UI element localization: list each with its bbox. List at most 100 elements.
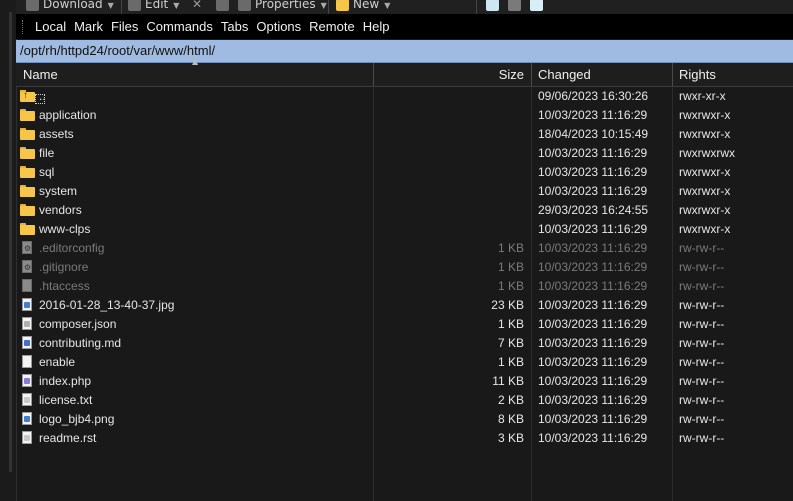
file-size: 1 KB: [497, 279, 524, 293]
file-name: composer.json: [39, 317, 117, 331]
file-row[interactable]: sql 10/03/2023 11:16:29 rwxrwxr-x: [16, 163, 793, 182]
toolbar-icon-button[interactable]: [530, 0, 547, 13]
properties-icon: [238, 0, 251, 11]
menubar-grip[interactable]: [22, 19, 25, 34]
file-size: 2 KB: [497, 393, 524, 407]
file-row[interactable]: ⚙ .editorconfig 1 KB 10/03/2023 11:16:29 rw-…: [16, 239, 793, 258]
toolbar: Download ▼ Edit ▼ ✕ Properties ▼ New ▼: [16, 0, 793, 14]
json-file-icon: [20, 317, 34, 331]
php-file-icon: [20, 374, 34, 388]
file-changed: 10/03/2023 11:16:29: [538, 336, 648, 350]
file-changed: 10/03/2023 11:16:29: [538, 393, 648, 407]
file-name: logo_bjb4.png: [39, 412, 115, 426]
file-size: 7 KB: [497, 336, 524, 350]
file-row[interactable]: index.php 11 KB 10/03/2023 11:16:29 rw-rw-r…: [16, 372, 793, 391]
rename-icon: [216, 0, 229, 11]
menubar: Local Mark Files Commands Tabs Options R…: [16, 14, 793, 39]
file-size: 1 KB: [497, 317, 524, 331]
file-row[interactable]: license.txt 2 KB 10/03/2023 11:16:29 rw-rw-…: [16, 391, 793, 410]
properties-button[interactable]: Properties ▼: [238, 0, 327, 13]
left-panel-edge: [0, 0, 17, 501]
file-changed: 10/03/2023 11:16:29: [538, 165, 648, 179]
file-row[interactable]: ↑.. 09/06/2023 16:30:26 rwxr-xr-x: [16, 87, 793, 106]
file-rights: rwxrwxr-x: [679, 127, 731, 141]
menu-files[interactable]: Files: [107, 19, 142, 34]
column-divider[interactable]: [531, 63, 532, 86]
file-icon: [20, 279, 34, 293]
file-rights: rw-rw-r--: [679, 374, 725, 388]
file-name: .htaccess: [39, 279, 90, 293]
file-row[interactable]: readme.rst 3 KB 10/03/2023 11:16:29 rw-rw-r…: [16, 429, 793, 448]
rename-button[interactable]: [216, 0, 233, 13]
left-panel-scrollbar[interactable]: [9, 12, 12, 472]
edit-icon: [128, 0, 141, 11]
file-row[interactable]: www-clps 10/03/2023 11:16:29 rwxrwxr-x: [16, 220, 793, 239]
delete-button[interactable]: ✕: [192, 0, 202, 13]
chevron-down-icon[interactable]: ▼: [321, 1, 327, 10]
file-rights: rwxrwxr-x: [679, 222, 731, 236]
menu-tabs[interactable]: Tabs: [217, 19, 252, 34]
config-file-icon: ⚙: [20, 260, 34, 274]
file-rights: rwxrwxr-x: [679, 108, 731, 122]
file-row[interactable]: contributing.md 7 KB 10/03/2023 11:16:29 rw…: [16, 334, 793, 353]
chevron-down-icon[interactable]: ▼: [384, 1, 390, 10]
file-row[interactable]: logo_bjb4.png 8 KB 10/03/2023 11:16:29 rw-r…: [16, 410, 793, 429]
file-changed: 10/03/2023 11:16:29: [538, 412, 648, 426]
new-folder-icon: [336, 0, 349, 11]
file-row[interactable]: vendors 29/03/2023 16:24:55 rwxrwxr-x: [16, 201, 793, 220]
file-rights: rw-rw-r--: [679, 241, 725, 255]
file-changed: 10/03/2023 11:16:29: [538, 241, 648, 255]
edit-button[interactable]: Edit ▼: [128, 0, 179, 13]
column-divider[interactable]: [672, 63, 673, 86]
column-header-name[interactable]: Name: [23, 63, 58, 86]
chevron-down-icon[interactable]: ▼: [108, 1, 114, 10]
toolbar-icon-button[interactable]: [508, 0, 525, 13]
text-file-icon: [20, 393, 34, 407]
file-name: license.txt: [39, 393, 93, 407]
file-row[interactable]: application 10/03/2023 11:16:29 rwxrwxr-x: [16, 106, 793, 125]
column-header-size[interactable]: Size: [374, 63, 526, 86]
chevron-down-icon[interactable]: ▼: [173, 1, 179, 10]
file-name: enable: [39, 355, 76, 369]
column-header-rights[interactable]: Rights: [679, 63, 716, 86]
menu-help[interactable]: Help: [359, 19, 394, 34]
file-changed: 10/03/2023 11:16:29: [538, 317, 648, 331]
file-name: vendors: [39, 203, 82, 217]
file-row[interactable]: composer.json 1 KB 10/03/2023 11:16:29 rw-r…: [16, 315, 793, 334]
menu-local[interactable]: Local: [31, 19, 70, 34]
file-name: file: [39, 146, 55, 160]
file-row[interactable]: system 10/03/2023 11:16:29 rwxrwxr-x: [16, 182, 793, 201]
file-row[interactable]: enable 1 KB 10/03/2023 11:16:29 rw-rw-r--: [16, 353, 793, 372]
folder-icon: [20, 203, 35, 217]
menu-options[interactable]: Options: [252, 19, 305, 34]
column-header-changed[interactable]: Changed: [538, 63, 591, 86]
file-changed: 10/03/2023 11:16:29: [538, 260, 648, 274]
file-changed: 10/03/2023 11:16:29: [538, 431, 648, 445]
new-button[interactable]: New ▼: [336, 0, 390, 13]
file-changed: 10/03/2023 11:16:29: [538, 279, 648, 293]
path-bar[interactable]: /opt/rh/httpd24/root/var/www/html/: [16, 40, 793, 63]
file-size: 11 KB: [492, 374, 524, 388]
file-name: www-clps: [39, 222, 91, 236]
menu-mark[interactable]: Mark: [70, 19, 107, 34]
menu-commands[interactable]: Commands: [142, 19, 216, 34]
file-changed: 09/06/2023 16:30:26: [538, 89, 649, 103]
sort-ascending-icon: ▲: [192, 57, 199, 66]
file-changed: 10/03/2023 11:16:29: [538, 374, 648, 388]
file-row[interactable]: 2016-01-28_13-40-37.jpg 23 KB 10/03/2023 1…: [16, 296, 793, 315]
file-rights: rw-rw-r--: [679, 412, 725, 426]
file-name: assets: [39, 127, 74, 141]
file-changed: 10/03/2023 11:16:29: [538, 355, 648, 369]
file-row[interactable]: ⚙ .gitignore 1 KB 10/03/2023 11:16:29 rw-rw-…: [16, 258, 793, 277]
file-row[interactable]: file 10/03/2023 11:16:29 rwxrwxrwx: [16, 144, 793, 163]
toolbar-icon-button[interactable]: [486, 0, 503, 13]
file-row[interactable]: .htaccess 1 KB 10/03/2023 11:16:29 rw-rw-r-…: [16, 277, 793, 296]
download-button[interactable]: Download ▼: [26, 0, 114, 13]
image-file-icon: [20, 298, 34, 312]
folder-icon: [20, 127, 35, 141]
menu-remote[interactable]: Remote: [305, 19, 359, 34]
folder-icon: [20, 222, 35, 236]
file-row[interactable]: assets 18/04/2023 10:15:49 rwxrwxr-x: [16, 125, 793, 144]
file-rights: rw-rw-r--: [679, 336, 725, 350]
file-rights: rw-rw-r--: [679, 260, 725, 274]
